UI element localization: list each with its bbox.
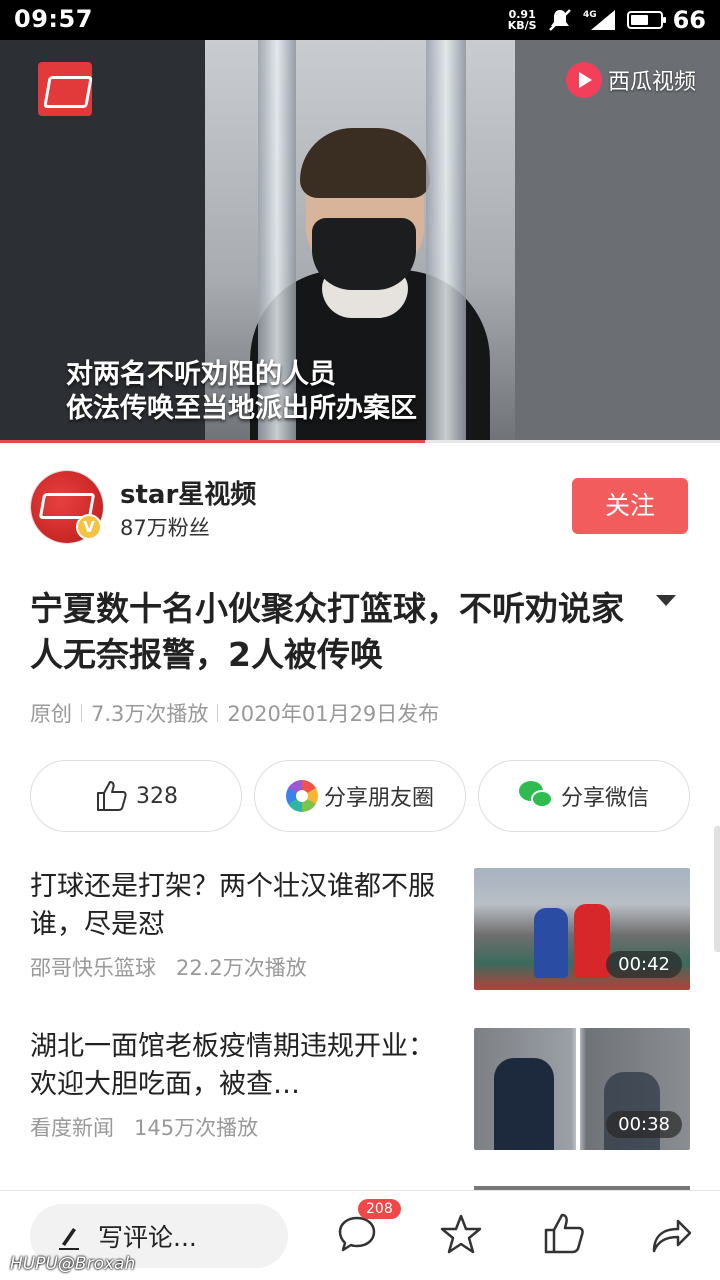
channel-logo [38, 62, 92, 116]
battery-icon [626, 11, 666, 29]
subtitle-line-2: 依法传唤至当地派出所办案区 [66, 393, 417, 424]
video-title: 宁夏数十名小伙聚众打篮球，不听劝说家人无奈报警，2人被传唤 [30, 589, 624, 674]
video-meta: 原创 7.3万次播放 2020年01月29日发布 [30, 698, 439, 728]
expand-triangle-icon[interactable] [656, 595, 676, 606]
mute-icon [548, 9, 571, 31]
video-person-mask [312, 218, 416, 290]
related-video-item[interactable]: 湖北一面馆老板疫情期违规开业：欢迎大胆吃面，被查… 看度新闻 145万次播放 00… [0, 1028, 720, 1152]
battery-level: 66 [672, 6, 706, 34]
meta-divider [81, 704, 82, 722]
watermark: HUPU@Broxah [10, 1254, 135, 1274]
meta-original: 原创 [30, 702, 72, 726]
pencil-icon [59, 1228, 79, 1250]
scroll-indicator [714, 826, 720, 952]
status-time: 09:57 [14, 5, 93, 33]
comment-count-badge: 208 [358, 1199, 401, 1219]
share-wechat-label: 分享微信 [560, 786, 649, 811]
wechat-icon [518, 781, 555, 811]
meta-publish-date: 2020年01月29日发布 [227, 702, 440, 726]
star-icon[interactable] [436, 1209, 486, 1259]
thumbnail-player-blue [534, 908, 568, 978]
share-wechat-button[interactable]: 分享微信 [478, 760, 690, 832]
share-moments-button[interactable]: 分享朋友圈 [254, 760, 466, 832]
video-progress-fill [0, 440, 425, 443]
author-name[interactable]: star星视频 [120, 474, 256, 511]
video-duration: 00:42 [606, 951, 682, 978]
related-video-source: 邵哥快乐篮球 [30, 956, 156, 980]
related-video-plays: 145万次播放 [134, 1116, 259, 1140]
xigua-play-icon [565, 62, 602, 98]
related-video-source: 看度新闻 [30, 1116, 114, 1140]
like-count: 328 [136, 783, 178, 809]
follow-button[interactable]: 关注 [572, 478, 688, 534]
meta-divider [217, 704, 219, 722]
verified-badge-icon: V [76, 514, 102, 540]
related-video-thumbnail[interactable]: 00:42 [474, 868, 690, 990]
video-subtitle: 对两名不听劝阻的人员 依法传唤至当地派出所办案区 [66, 358, 417, 426]
watermark-user: @Broxah [57, 1254, 136, 1274]
author-fans-count: 87万粉丝 [120, 516, 210, 540]
related-video-title[interactable]: 打球还是打架？两个壮汉谁都不服谁，尽是怼 [30, 868, 440, 944]
video-duration: 00:38 [606, 1111, 682, 1138]
network-speed-unit: KB/S [507, 19, 537, 32]
thumbnail-player-red [574, 904, 610, 978]
like-button[interactable]: 328 [30, 760, 242, 832]
video-frame-right [515, 40, 720, 442]
status-indicators: 0.91 KB/S 4G 66 [508, 6, 706, 34]
thumbnail-person-left [494, 1058, 554, 1150]
battery-fill [630, 15, 648, 25]
thumbnail-divider [576, 1028, 580, 1150]
watermark-brand: HUPU [10, 1254, 58, 1274]
video-progress-bar[interactable] [0, 440, 720, 443]
related-video-plays: 22.2万次播放 [176, 956, 307, 980]
thumbs-up-icon[interactable] [540, 1209, 590, 1259]
network-speed: 0.91 KB/S [508, 9, 537, 31]
provider-name: 西瓜视频 [607, 70, 696, 95]
related-video-item[interactable]: 打球还是打架？两个壮汉谁都不服谁，尽是怼 邵哥快乐篮球 22.2万次播放 00:4… [0, 868, 720, 992]
comment-placeholder: 写评论... [98, 1223, 197, 1252]
provider-watermark: 西瓜视频 [565, 62, 696, 98]
subtitle-line-1: 对两名不听劝阻的人员 [66, 359, 336, 390]
meta-play-count: 7.3万次播放 [91, 702, 209, 726]
related-video-thumbnail[interactable]: 00:38 [474, 1028, 690, 1150]
video-player[interactable]: 西瓜视频 对两名不听劝阻的人员 依法传唤至当地派出所办案区 [0, 40, 720, 442]
moments-icon [285, 780, 318, 812]
status-bar: 09:57 0.91 KB/S 4G 66 [0, 0, 720, 40]
svg-text:4G: 4G [583, 10, 597, 20]
signal-4g-icon: 4G [583, 10, 615, 30]
related-video-meta: 邵哥快乐篮球 22.2万次播放 [30, 952, 307, 982]
share-arrow-icon[interactable] [644, 1209, 694, 1259]
related-video-title[interactable]: 湖北一面馆老板疫情期违规开业：欢迎大胆吃面，被查… [30, 1028, 440, 1104]
share-moments-label: 分享朋友圈 [323, 786, 434, 811]
video-bar-right [426, 40, 466, 442]
related-video-meta: 看度新闻 145万次播放 [30, 1112, 258, 1142]
thumbs-up-icon [97, 781, 127, 811]
